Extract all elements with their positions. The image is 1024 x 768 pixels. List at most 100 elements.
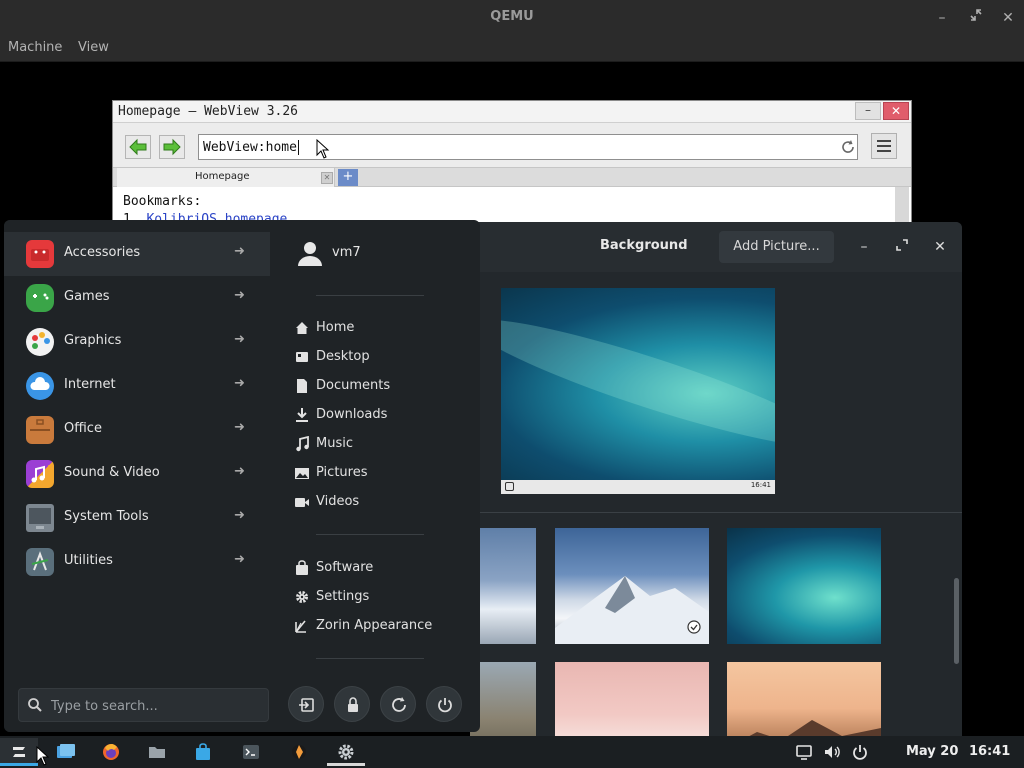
category-graphics[interactable]: Graphics ➜ <box>4 320 270 364</box>
add-picture-button[interactable]: Add Picture... <box>719 231 834 263</box>
kolibri-icon <box>292 745 306 759</box>
lock-icon <box>348 697 358 712</box>
taskbar-settings-button[interactable] <box>327 738 365 766</box>
wallpaper-thumbnail-snowy-peak[interactable] <box>555 528 709 644</box>
display-icon[interactable] <box>795 743 813 761</box>
bookmarks-heading: Bookmarks: <box>123 194 202 209</box>
games-icon <box>26 284 54 312</box>
webview-toolbar: WebView:home <box>113 123 911 167</box>
category-accessories[interactable]: Accessories ➜ <box>4 232 270 276</box>
category-utilities[interactable]: Utilities ➜ <box>4 540 270 584</box>
menu-machine[interactable]: Machine <box>8 40 62 55</box>
new-tab-button[interactable]: + <box>338 169 358 186</box>
hamburger-icon <box>877 140 891 152</box>
arrow-right-icon: ➜ <box>234 420 245 435</box>
volume-icon[interactable] <box>823 743 841 761</box>
place-label: Documents <box>316 378 391 393</box>
preview-clock: 16:41 <box>750 481 771 489</box>
address-bar[interactable]: WebView:home <box>198 134 858 160</box>
qemu-menubar: Machine View <box>0 36 1024 62</box>
category-games[interactable]: Games ➜ <box>4 276 270 320</box>
music-icon <box>296 436 309 452</box>
back-button[interactable] <box>125 135 151 159</box>
restore-icon[interactable] <box>966 8 986 28</box>
address-input[interactable]: WebView:home <box>203 140 299 155</box>
webview-minimize-button[interactable]: – <box>855 102 881 120</box>
taskbar-kolibri-button[interactable] <box>280 738 318 766</box>
software-bag-icon <box>296 560 308 575</box>
background-header: Background Add Picture... – ✕ <box>470 222 962 272</box>
place-label: Desktop <box>316 349 370 364</box>
category-label: Internet <box>64 377 116 392</box>
taskbar-clock[interactable]: May 20 16:41 <box>906 744 1010 759</box>
tab-label: Homepage <box>195 171 250 182</box>
category-sound-video[interactable]: Sound & Video ➜ <box>4 452 270 496</box>
gear-icon <box>296 591 308 603</box>
category-label: Graphics <box>64 333 122 348</box>
category-system-tools[interactable]: System Tools ➜ <box>4 496 270 540</box>
clock-date: May 20 <box>906 744 959 759</box>
wallpaper-thumbnail-aurora[interactable] <box>727 528 881 644</box>
folder-icon <box>149 747 165 758</box>
power-icon <box>438 698 452 713</box>
search-box[interactable] <box>18 688 269 722</box>
power-icon[interactable] <box>851 743 869 761</box>
place-label: Settings <box>316 589 370 604</box>
qemu-titlebar: QEMU – ✕ <box>0 0 1024 36</box>
logout-button[interactable] <box>288 686 324 722</box>
minimize-icon[interactable]: – <box>932 8 952 28</box>
screen: QEMU – ✕ Machine View Homepage – WebView… <box>0 0 1024 768</box>
thumbnails-scrollbar[interactable] <box>954 578 959 664</box>
office-icon <box>26 416 54 444</box>
shutdown-button[interactable] <box>426 686 462 722</box>
firefox-icon <box>103 744 119 760</box>
search-input[interactable] <box>51 696 261 716</box>
separator <box>316 534 424 535</box>
background-title: Background <box>600 238 688 253</box>
place-label: Software <box>316 560 374 575</box>
category-office[interactable]: Office ➜ <box>4 408 270 452</box>
webview-window: Homepage – WebView 3.26 – ✕ WebView:home <box>112 100 912 240</box>
forward-button[interactable] <box>159 135 185 159</box>
webview-menu-button[interactable] <box>871 133 897 159</box>
close-icon[interactable]: ✕ <box>998 8 1018 28</box>
tab-homepage[interactable]: Homepage ✕ <box>117 168 335 187</box>
webview-titlebar[interactable]: Homepage – WebView 3.26 – ✕ <box>113 101 911 123</box>
terminal-icon <box>243 745 259 759</box>
logout-icon <box>299 698 314 712</box>
tab-close-icon[interactable]: ✕ <box>321 172 333 184</box>
appearance-brush-icon <box>295 620 306 633</box>
user-name[interactable]: vm7 <box>332 245 361 260</box>
menu-view[interactable]: View <box>78 40 109 55</box>
category-label: Games <box>64 289 110 304</box>
zorin-logo-icon <box>505 482 514 491</box>
arrow-right-icon: ➜ <box>234 244 245 259</box>
windows-overview-icon <box>57 744 75 758</box>
taskbar-files-button[interactable] <box>138 738 176 766</box>
arrow-right-icon: ➜ <box>234 552 245 567</box>
taskbar-terminal-button[interactable] <box>232 738 270 766</box>
desktop-icon <box>296 352 308 362</box>
taskbar-windows-button[interactable] <box>46 738 84 766</box>
taskbar-software-button[interactable] <box>184 738 222 766</box>
restart-button[interactable] <box>380 686 416 722</box>
minimize-icon[interactable]: – <box>852 235 876 259</box>
zorin-logo-icon <box>13 747 25 757</box>
arrow-right-icon: ➜ <box>234 332 245 347</box>
close-icon[interactable]: ✕ <box>928 235 952 259</box>
webview-close-button[interactable]: ✕ <box>883 102 909 120</box>
category-label: Sound & Video <box>64 465 160 480</box>
lock-button[interactable] <box>334 686 370 722</box>
zorin-menu-button[interactable] <box>0 738 38 766</box>
place-label: Music <box>316 436 353 451</box>
category-internet[interactable]: Internet ➜ <box>4 364 270 408</box>
clock-time: 16:41 <box>968 744 1011 759</box>
arrow-right-icon: ➜ <box>234 508 245 523</box>
maximize-icon[interactable] <box>890 235 914 259</box>
separator <box>316 658 424 659</box>
reload-icon[interactable] <box>839 138 857 156</box>
taskbar-firefox-button[interactable] <box>92 738 130 766</box>
utilities-icon <box>26 548 54 576</box>
document-icon <box>297 379 307 393</box>
home-icon <box>296 322 308 334</box>
